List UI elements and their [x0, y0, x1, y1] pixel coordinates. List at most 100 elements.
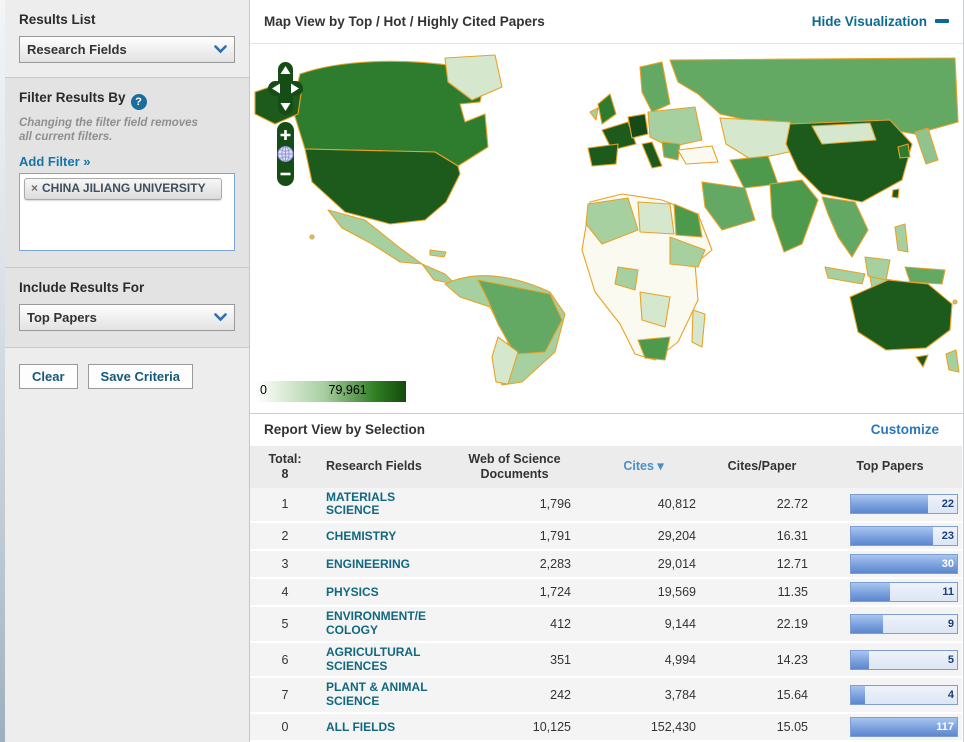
sidebar: Results List Research Fields Filter Resu…: [0, 0, 250, 742]
row-top-papers-cell: 5: [818, 642, 962, 678]
filter-tag[interactable]: × CHINA JILIANG UNIVERSITY: [24, 178, 222, 201]
map-panel-header: Map View by Top / Hot / Highly Cited Pap…: [250, 0, 963, 44]
results-list-dropdown[interactable]: Research Fields: [19, 36, 235, 63]
research-field-link[interactable]: ALL FIELDS: [326, 721, 395, 735]
total-count-header: Total: 8: [250, 446, 320, 488]
country-korea: [898, 144, 910, 158]
row-rank: 7: [250, 677, 320, 713]
research-field-link[interactable]: ENVIRONMENT/ECOLOGY: [326, 610, 432, 638]
island-fiji: [953, 300, 957, 304]
filter-section: Filter Results By? Changing the filter f…: [5, 78, 249, 268]
row-rank: 3: [250, 550, 320, 578]
research-field-link[interactable]: AGRICULTURAL SCIENCES: [326, 646, 432, 674]
include-results-section: Include Results For Top Papers: [5, 268, 249, 348]
sort-descending-icon: ▾: [657, 459, 663, 473]
customize-link[interactable]: Customize: [871, 422, 939, 437]
row-cites-per-paper: 14.23: [706, 642, 818, 678]
row-cites: 3,784: [581, 677, 706, 713]
country-germany: [628, 114, 648, 138]
country-spain: [588, 144, 618, 166]
top-papers-bar: 5: [850, 650, 958, 670]
legend-max-value: 79,961: [329, 383, 367, 397]
include-results-dropdown[interactable]: Top Papers: [19, 304, 235, 331]
country-iran: [730, 156, 778, 188]
choropleth-map-svg[interactable]: [250, 52, 962, 397]
results-list-dropdown-value: Research Fields: [27, 42, 127, 57]
country-tasmania: [916, 355, 928, 367]
top-papers-bar: 4: [850, 685, 958, 705]
question-mark-icon[interactable]: ?: [131, 94, 147, 110]
report-table: Total: 8 Research Fields Web of Science …: [250, 446, 962, 742]
row-top-papers-cell: 9: [818, 606, 962, 642]
country-taiwan: [892, 189, 899, 198]
balkans: [662, 142, 680, 160]
filter-note: Changing the filter field removes all cu…: [19, 116, 209, 145]
top-papers-bar-fill: [851, 651, 869, 669]
table-header-row: Total: 8 Research Fields Web of Science …: [250, 446, 962, 488]
top-papers-bar: 117: [850, 717, 958, 737]
active-filters-box[interactable]: × CHINA JILIANG UNIVERSITY: [19, 173, 235, 251]
row-top-papers-cell: 4: [818, 677, 962, 713]
research-field-link[interactable]: PHYSICS: [326, 586, 379, 600]
pan-control: [268, 62, 303, 115]
table-row: 1 MATERIALS SCIENCE 1,796 40,812 22.72 2…: [250, 488, 962, 523]
hide-visualization-label: Hide Visualization: [812, 14, 927, 29]
row-cites-per-paper: 15.64: [706, 677, 818, 713]
row-cites: 40,812: [581, 488, 706, 523]
row-rank: 6: [250, 642, 320, 678]
top-papers-value: 30: [942, 558, 954, 570]
world-map[interactable]: 0 79,961: [250, 44, 963, 414]
include-results-dropdown-value: Top Papers: [27, 310, 97, 325]
add-filter-link[interactable]: Add Filter »: [19, 154, 91, 169]
top-papers-value: 11: [942, 586, 954, 598]
filter-tag-label: CHINA JILIANG UNIVERSITY: [42, 181, 206, 197]
minus-icon: [935, 19, 949, 23]
row-cites-per-paper: 15.05: [706, 713, 818, 741]
column-cites-per-paper: Cites/Paper: [706, 446, 818, 488]
row-cites-per-paper: 12.71: [706, 550, 818, 578]
top-papers-bar-fill: [851, 686, 865, 704]
results-list-heading: Results List: [19, 12, 235, 27]
research-field-link[interactable]: MATERIALS SCIENCE: [326, 491, 432, 519]
map-controls[interactable]: [268, 62, 304, 188]
row-rank: 0: [250, 713, 320, 741]
research-field-link[interactable]: CHEMISTRY: [326, 530, 396, 544]
row-cites: 29,204: [581, 522, 706, 550]
actions-section: Clear Save Criteria: [5, 348, 249, 742]
legend-min-value: 0: [260, 383, 267, 397]
scandinavia: [640, 62, 670, 112]
country-new-zealand: [946, 350, 959, 372]
clear-button[interactable]: Clear: [19, 364, 78, 389]
research-field-link[interactable]: PLANT & ANIMAL SCIENCE: [326, 681, 432, 709]
country-new-guinea: [905, 267, 945, 284]
zoom-control: [277, 122, 294, 186]
row-wos-documents: 1,724: [448, 578, 581, 606]
top-papers-bar: 23: [850, 526, 958, 546]
include-results-heading: Include Results For: [19, 280, 235, 295]
column-cites-sort[interactable]: Cites ▾: [581, 446, 706, 488]
research-field-link[interactable]: ENGINEERING: [326, 558, 410, 572]
hide-visualization-link[interactable]: Hide Visualization: [812, 14, 949, 29]
row-top-papers-cell: 11: [818, 578, 962, 606]
central-america: [422, 264, 455, 284]
country-brazil: [478, 280, 562, 354]
top-papers-value: 4: [948, 689, 954, 701]
row-wos-documents: 412: [448, 606, 581, 642]
row-rank: 2: [250, 522, 320, 550]
top-papers-bar: 30: [850, 554, 958, 574]
top-papers-value: 22: [942, 498, 954, 510]
country-mongolia: [812, 123, 876, 144]
column-wos-documents: Web of Science Documents: [448, 446, 581, 488]
table-row: 5 ENVIRONMENT/ECOLOGY 412 9,144 22.19 9: [250, 606, 962, 642]
southeast-asia: [822, 197, 868, 257]
row-top-papers-cell: 22: [818, 488, 962, 523]
country-india: [770, 180, 818, 252]
row-wos-documents: 1,791: [448, 522, 581, 550]
save-criteria-button[interactable]: Save Criteria: [88, 364, 194, 389]
remove-filter-icon[interactable]: ×: [31, 181, 38, 197]
column-research-fields: Research Fields: [320, 446, 448, 488]
table-row: 4 PHYSICS 1,724 19,569 11.35 11: [250, 578, 962, 606]
row-top-papers-cell: 23: [818, 522, 962, 550]
country-italy: [642, 142, 662, 168]
top-papers-value: 23: [942, 530, 954, 542]
